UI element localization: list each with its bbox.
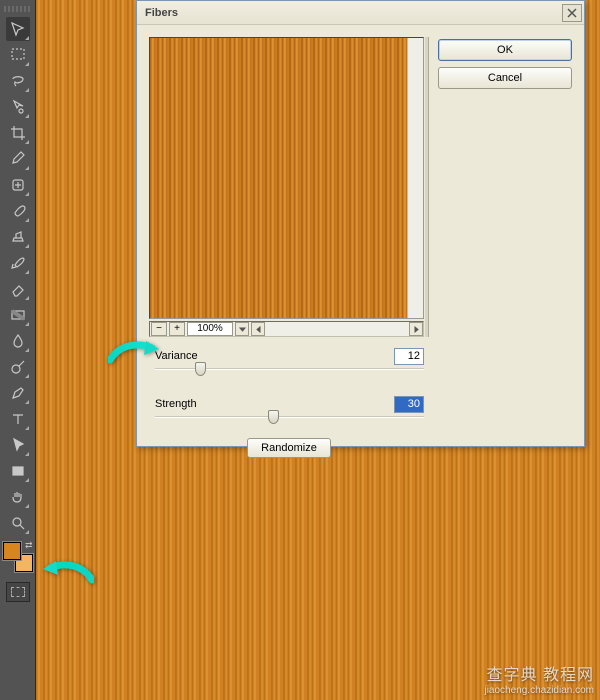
swap-colors-icon[interactable]: ⇄ xyxy=(25,540,33,551)
watermark-line1: 查字典 教程网 xyxy=(484,661,594,685)
tool-blur[interactable] xyxy=(6,329,30,353)
tool-type[interactable] xyxy=(6,407,30,431)
zoom-out-button[interactable]: − xyxy=(151,322,167,336)
quick-mask-toggle[interactable] xyxy=(6,582,30,602)
strength-slider-thumb[interactable] xyxy=(268,410,279,424)
tool-clone-stamp[interactable] xyxy=(6,225,30,249)
variance-row: Variance 12 xyxy=(155,350,424,362)
preview-scrollbar-vertical[interactable] xyxy=(407,38,423,318)
panel-grip[interactable] xyxy=(4,6,32,12)
close-icon xyxy=(567,8,577,18)
color-swatches[interactable]: ⇄ xyxy=(3,542,33,572)
zoom-dropdown-icon[interactable] xyxy=(235,322,249,336)
variance-input[interactable]: 12 xyxy=(394,348,424,365)
dialog-title: Fibers xyxy=(145,7,562,19)
ok-button[interactable]: OK xyxy=(438,39,572,61)
tool-eraser[interactable] xyxy=(6,277,30,301)
tool-brush[interactable] xyxy=(6,199,30,223)
tool-rect-marquee[interactable] xyxy=(6,43,30,67)
zoom-in-button[interactable]: + xyxy=(169,322,185,336)
strength-slider-track[interactable] xyxy=(155,416,424,418)
variance-label: Variance xyxy=(155,350,198,362)
tool-move[interactable] xyxy=(6,17,30,41)
hidden-panel-edge xyxy=(425,37,429,337)
variance-slider-thumb[interactable] xyxy=(195,362,206,376)
watermark: 查字典 教程网 jiaocheng.chazidian.com xyxy=(484,661,594,696)
randomize-button[interactable]: Randomize xyxy=(247,438,331,458)
tools-panel: ⇄ xyxy=(0,0,36,700)
strength-input[interactable]: 30 xyxy=(394,396,424,413)
preview-image xyxy=(150,38,407,318)
tool-history-brush[interactable] xyxy=(6,251,30,275)
tool-gradient[interactable] xyxy=(6,303,30,327)
tool-crop[interactable] xyxy=(6,121,30,145)
zoom-controls: − + 100% xyxy=(151,321,265,337)
zoom-percent[interactable]: 100% xyxy=(187,322,233,336)
scroll-left-icon[interactable] xyxy=(251,322,265,336)
dialog-titlebar[interactable]: Fibers xyxy=(137,1,584,25)
fibers-dialog: Fibers − + 100% OK Cancel Variance 12 xyxy=(136,0,585,447)
tool-pen[interactable] xyxy=(6,381,30,405)
tool-path-select[interactable] xyxy=(6,433,30,457)
tool-lasso[interactable] xyxy=(6,69,30,93)
tool-quick-select[interactable] xyxy=(6,95,30,119)
tool-dodge[interactable] xyxy=(6,355,30,379)
foreground-color-swatch[interactable] xyxy=(3,542,21,560)
strength-label: Strength xyxy=(155,398,197,410)
scroll-right-icon[interactable] xyxy=(409,322,423,336)
close-button[interactable] xyxy=(562,4,582,22)
cancel-button[interactable]: Cancel xyxy=(438,67,572,89)
tool-hand[interactable] xyxy=(6,485,30,509)
tool-zoom[interactable] xyxy=(6,511,30,535)
tool-rectangle[interactable] xyxy=(6,459,30,483)
strength-row: Strength 30 xyxy=(155,398,424,410)
tool-healing-brush[interactable] xyxy=(6,173,30,197)
tool-eyedropper[interactable] xyxy=(6,147,30,171)
watermark-line2: jiaocheng.chazidian.com xyxy=(484,685,594,696)
filter-preview[interactable] xyxy=(149,37,424,319)
